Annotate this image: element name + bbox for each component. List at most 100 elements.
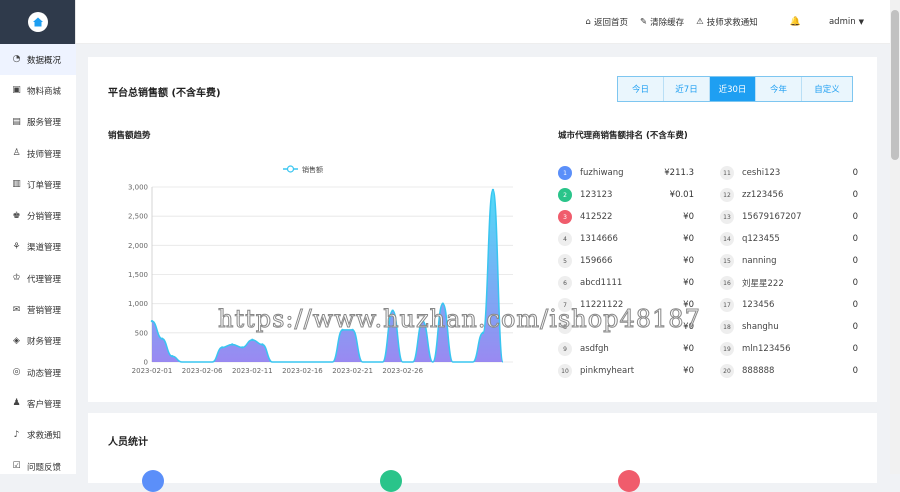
sidebar-item-3[interactable]: ♙ 技师管理 <box>0 138 76 169</box>
broom-icon: ✎ <box>639 16 648 27</box>
sos-notice-link[interactable]: ⚠ 技师求救通知 <box>696 16 758 28</box>
rank-badge: 10 <box>558 364 572 378</box>
data-point <box>221 346 224 349</box>
rank-value: ¥211.3 <box>664 168 694 178</box>
series-line <box>151 189 504 363</box>
user-menu[interactable]: admin ▼ <box>829 17 864 27</box>
service-icon: ▤ <box>12 116 21 127</box>
sidebar-item-0[interactable]: ◔ 数据概况 <box>0 44 76 76</box>
rank-badge: 12 <box>720 188 734 202</box>
shop-icon: ▣ <box>12 85 21 96</box>
rank-name: pinkmyheart <box>580 366 635 376</box>
home-logo-icon <box>27 12 48 32</box>
y-tick-label: 0 <box>144 359 148 367</box>
home-link[interactable]: ⌂ 返回首页 <box>586 16 628 28</box>
data-point <box>261 343 264 346</box>
username: admin <box>828 16 856 27</box>
sidebar-item-label: 营销管理 <box>27 306 62 317</box>
clear-cache-link[interactable]: ✎ 清除缓存 <box>640 16 684 28</box>
sidebar-item-7[interactable]: ♔ 代理管理 <box>0 263 76 294</box>
rank-badge: 13 <box>720 210 734 224</box>
x-tick-label: 2023-02-16 <box>282 367 323 375</box>
sidebar-item-10[interactable]: ◎ 动态管理 <box>0 357 76 388</box>
rank-value: 0 <box>852 190 858 200</box>
agent-icon: ♔ <box>12 273 21 284</box>
y-tick-label: 2,500 <box>128 213 148 221</box>
scrollbar-thumb[interactable] <box>891 10 899 160</box>
rank-row: 16 刘星星222 0 <box>720 272 858 294</box>
rank-name: q123455 <box>742 234 780 244</box>
staff-title: 人员统计 <box>108 437 148 448</box>
rank-row: 15 nanning 0 <box>720 250 858 272</box>
rank-value: ¥0.01 <box>669 190 694 200</box>
staff-stat-icon-2 <box>380 470 402 492</box>
x-tick-label: 2023-02-21 <box>332 367 373 375</box>
top-bar: ⌂ 返回首页 ✎ 清除缓存 ⚠ 技师求救通知 🔔 admin ▼ <box>76 0 890 44</box>
rank-badge: 2 <box>558 188 572 202</box>
rank-row: 18 shanghu 0 <box>720 316 858 338</box>
tab-4[interactable]: 自定义 <box>802 77 852 101</box>
marketing-icon: ✉ <box>12 304 21 315</box>
sidebar-item-6[interactable]: ⚘ 渠道管理 <box>0 232 76 263</box>
rank-row: 12 zz123456 0 <box>720 184 858 206</box>
rank-badge: 18 <box>720 320 734 334</box>
staff-card: 人员统计 <box>88 413 877 483</box>
technician-icon: ♙ <box>12 148 21 159</box>
sidebar-item-12[interactable]: ♪ 求救通知 <box>0 420 76 451</box>
rank-value: 0 <box>852 366 858 376</box>
sidebar-item-2[interactable]: ▤ 服务管理 <box>0 107 76 138</box>
rank-badge: 11 <box>720 166 734 180</box>
rank-row: 2 123123 ¥0.01 <box>558 184 694 206</box>
data-point <box>160 337 164 340</box>
sales-trend-chart: 0 500 1,000 1,500 2,000 2,500 3,000 销售额 2023-02-… <box>128 165 513 375</box>
sidebar-item-13[interactable]: ☑ 问题反馈 <box>0 451 76 482</box>
dynamic-icon: ◎ <box>12 367 21 378</box>
rank-title: 城市代理商销售额排名 (不含车费) <box>558 131 688 141</box>
tab-2[interactable]: 近30日 <box>710 77 756 101</box>
rank-value: 0 <box>852 212 858 222</box>
rank-list-left: 1 fuzhiwang ¥211.3 2 123123 ¥0.01 3 412522 ¥0 4 13… <box>558 162 694 382</box>
rank-name: asdfgh <box>580 344 609 354</box>
customer-icon: ♟ <box>12 398 21 409</box>
rank-name: zz123456 <box>742 190 784 200</box>
alarm-icon: ⚠ <box>696 16 704 27</box>
sidebar: ◔ 数据概况 ▣ 物料商城 ▤ 服务管理 ♙ 技师管理 ▥ 订单管理 ♚ 分销管理 ⚘ 渠道管理 ♔ 代理管理… <box>0 0 76 474</box>
rank-badge: 1 <box>558 166 572 180</box>
x-tick-label: 2023-02-01 <box>132 367 173 375</box>
trend-title: 销售额趋势 <box>108 131 151 141</box>
tab-1[interactable]: 近7日 <box>664 77 710 101</box>
tab-3[interactable]: 今年 <box>756 77 802 101</box>
logo[interactable] <box>0 0 75 44</box>
rank-row: 20 888888 0 <box>720 360 858 382</box>
rank-value: 0 <box>852 234 858 244</box>
rank-name: shanghu <box>742 322 779 332</box>
sidebar-item-label: 服务管理 <box>27 118 62 129</box>
rank-value: 0 <box>852 278 858 288</box>
rank-row: 5 159666 ¥0 <box>558 250 694 272</box>
sales-card: 平台总销售额 (不含车费) 今日 近7日 近30日 今年 自定义 销售额趋势 城市代理商… <box>88 57 877 402</box>
sidebar-item-label: 技师管理 <box>27 149 62 160</box>
tab-0[interactable]: 今日 <box>618 77 664 101</box>
rank-badge: 4 <box>558 232 572 246</box>
scrollbar[interactable] <box>890 0 900 474</box>
rank-list-right: 11 ceshi123 0 12 zz123456 0 13 15679167207 0 14 q1… <box>720 162 858 382</box>
notification-bell-icon[interactable]: 🔔 <box>790 17 801 27</box>
rank-value: ¥0 <box>683 256 694 266</box>
sidebar-item-1[interactable]: ▣ 物料商城 <box>0 75 76 106</box>
rank-row: 9 asdfgh ¥0 <box>558 338 694 360</box>
sidebar-item-8[interactable]: ✉ 营销管理 <box>0 294 76 325</box>
sidebar-item-5[interactable]: ♚ 分销管理 <box>0 200 76 231</box>
rank-row: 10 pinkmyheart ¥0 <box>558 360 694 382</box>
rank-badge: 15 <box>720 254 734 268</box>
rank-badge: 3 <box>558 210 572 224</box>
rank-row: 1 fuzhiwang ¥211.3 <box>558 162 694 184</box>
sidebar-item-9[interactable]: ◈ 财务管理 <box>0 326 76 357</box>
legend-marker <box>286 165 295 173</box>
sidebar-item-11[interactable]: ♟ 客户管理 <box>0 388 76 419</box>
data-point <box>231 343 234 346</box>
rank-name: 刘星星222 <box>742 279 784 289</box>
rank-badge: 20 <box>720 364 734 378</box>
rank-name: nanning <box>742 256 777 266</box>
sidebar-item-4[interactable]: ▥ 订单管理 <box>0 169 76 200</box>
sidebar-item-label: 订单管理 <box>27 180 62 191</box>
